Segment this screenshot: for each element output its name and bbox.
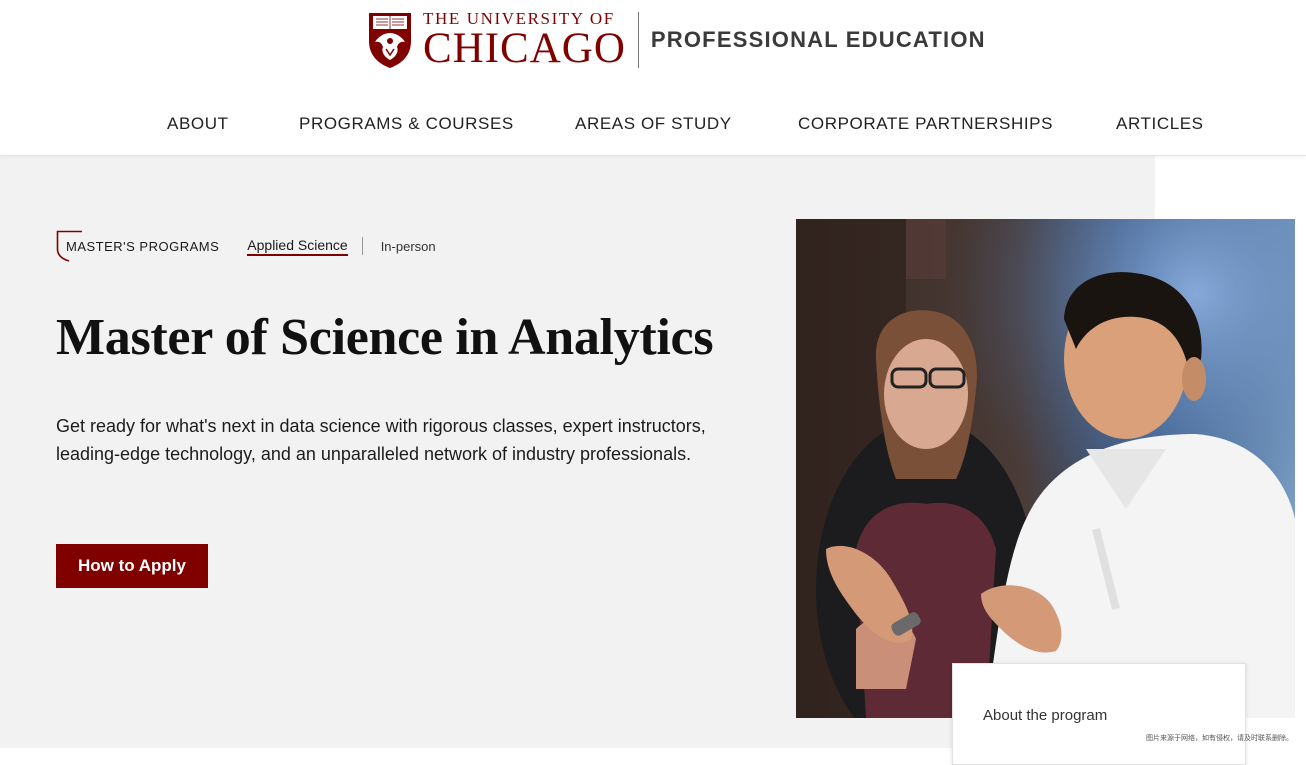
nav-item-programs-courses[interactable]: PROGRAMS & COURSES xyxy=(299,114,514,134)
watermark-text: 图片来源于网络，如有侵权，请及时联系删除。 xyxy=(1146,735,1293,742)
nav-item-articles[interactable]: ARTICLES xyxy=(1116,114,1204,134)
page-title: Master of Science in Analytics xyxy=(56,309,714,366)
nav-item-corporate-partnerships[interactable]: CORPORATE PARTNERSHIPS xyxy=(798,114,1053,134)
logo-divider xyxy=(637,12,639,68)
main-nav: ABOUT PROGRAMS & COURSES AREAS OF STUDY … xyxy=(0,114,1306,136)
about-program-card[interactable]: About the program xyxy=(952,663,1246,765)
nav-item-areas-of-study[interactable]: AREAS OF STUDY xyxy=(575,114,732,134)
breadcrumb-area-link[interactable]: Applied Science xyxy=(247,237,348,256)
nav-item-about[interactable]: ABOUT xyxy=(167,114,229,134)
breadcrumb: MASTER'S PROGRAMS Applied Science In-per… xyxy=(56,230,436,262)
division-name: PROFESSIONAL EDUCATION xyxy=(650,27,986,52)
program-type-badge: MASTER'S PROGRAMS xyxy=(56,230,219,262)
about-program-label[interactable]: About the program xyxy=(983,707,1107,724)
phoenix-crest-icon xyxy=(369,13,411,68)
site-logo[interactable]: THE UNIVERSITY OF CHICAGO PROFESSIONAL E… xyxy=(367,10,986,70)
wordmark-line2: CHICAGO xyxy=(423,25,626,72)
breadcrumb-format: In-person xyxy=(380,238,436,254)
breadcrumb-program-type[interactable]: MASTER'S PROGRAMS xyxy=(66,239,219,254)
site-header: THE UNIVERSITY OF CHICAGO PROFESSIONAL E… xyxy=(0,0,1306,156)
classroom-photo-illustration xyxy=(796,219,1295,718)
hero-description: Get ready for what's next in data scienc… xyxy=(56,416,706,464)
how-to-apply-button[interactable]: How to Apply xyxy=(56,544,208,588)
hero-photo xyxy=(796,219,1295,718)
university-wordmark: THE UNIVERSITY OF CHICAGO xyxy=(423,10,626,70)
breadcrumb-divider xyxy=(361,237,363,255)
